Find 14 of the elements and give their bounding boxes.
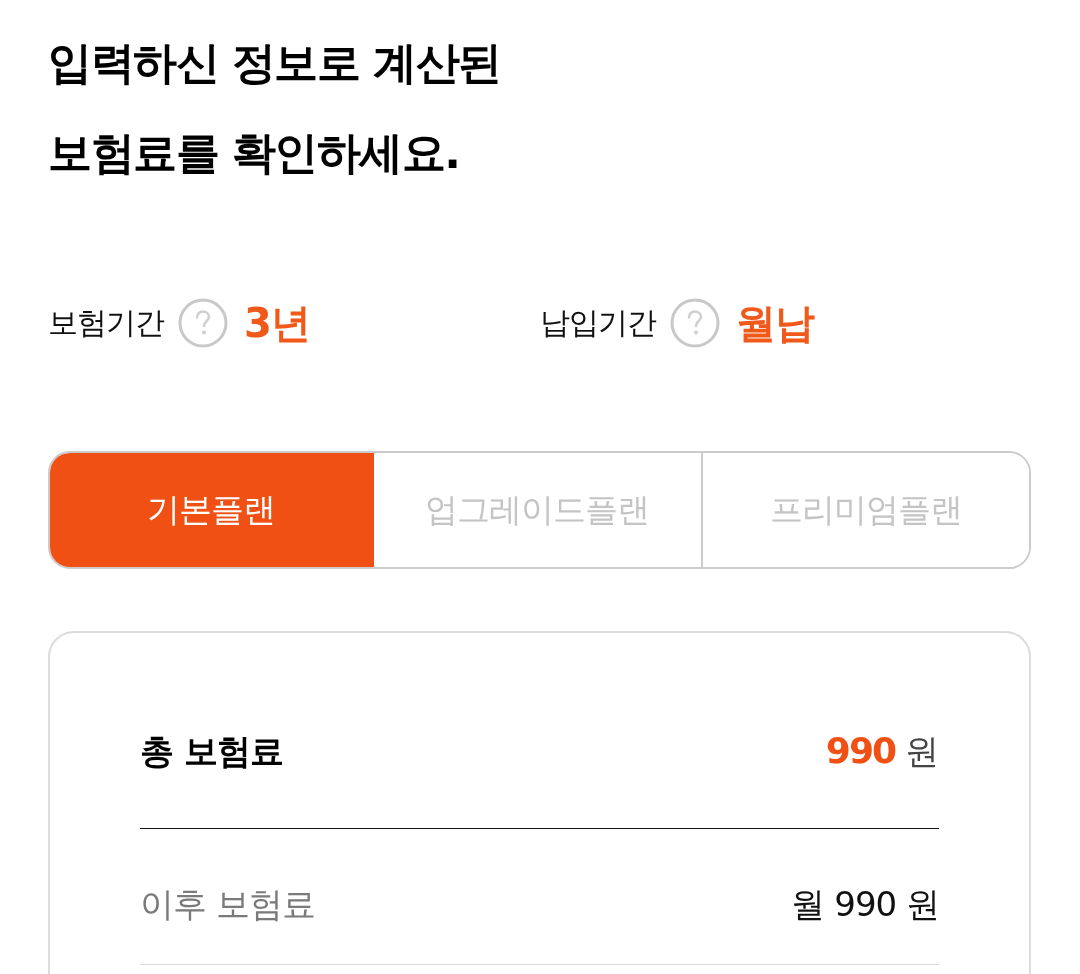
- total-premium-label: 총 보험료: [140, 729, 283, 773]
- total-premium-amount: 990: [825, 729, 895, 771]
- term-label: 보험기간: [48, 303, 164, 342]
- page-heading: 입력하신 정보로 계산된 보험료를 확인하세요.: [48, 36, 502, 180]
- plan-tab[interactable]: 프리미엄플랜: [700, 453, 1029, 567]
- currency-unit: 원: [905, 729, 939, 773]
- subsequent-premium-label: 이후 보험료: [140, 883, 315, 926]
- term-value: 3년: [244, 298, 310, 348]
- subsequent-premium-value: 월 990 원: [791, 883, 939, 926]
- plan-tab[interactable]: 기본플랜: [50, 453, 375, 567]
- help-icon[interactable]: [669, 298, 720, 348]
- help-icon[interactable]: [178, 298, 228, 348]
- term-value: 월납: [735, 298, 814, 348]
- term-label: 납입기간: [539, 303, 656, 342]
